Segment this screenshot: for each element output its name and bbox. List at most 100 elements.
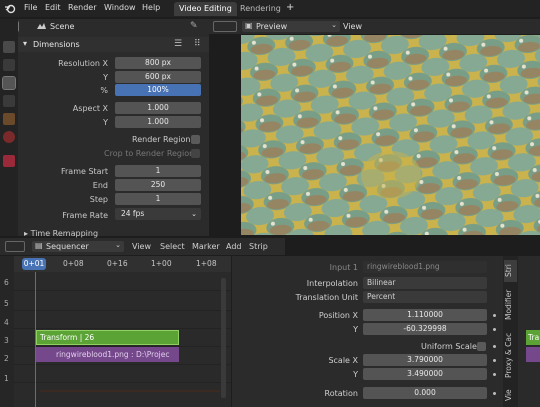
output-tab-icon[interactable]	[2, 76, 16, 90]
vertical-scrollbar[interactable]	[221, 278, 226, 398]
view-layer-tab-icon[interactable]	[3, 95, 15, 107]
input-field[interactable]: ringwireblood1.png	[363, 261, 487, 273]
pin-icon[interactable]: ✎	[190, 21, 198, 31]
translation-unit-dropdown[interactable]: Percent	[363, 291, 487, 303]
menu-render[interactable]: Render	[68, 3, 96, 12]
render-region-checkbox[interactable]	[191, 135, 200, 144]
dimensions-panel-header[interactable]: ▾ Dimensions ☰ ⠿	[18, 37, 209, 52]
menu-file[interactable]: File	[24, 3, 37, 12]
frame-rate-label: Frame Rate	[62, 211, 108, 220]
position-x-field[interactable]: 1.110000	[363, 309, 487, 321]
tab-modifiers[interactable]: Modifier	[504, 286, 517, 324]
image-strip[interactable]: ringwireblood1.png : D:\Projec	[36, 347, 179, 362]
horizontal-scrollbar[interactable]	[40, 390, 220, 392]
position-y-label: Y	[353, 325, 358, 334]
keyframe-dot-icon[interactable]	[493, 373, 496, 376]
keyframe-dot-icon[interactable]	[493, 314, 496, 317]
tab-view[interactable]: Vie	[504, 386, 517, 404]
preview-image[interactable]	[241, 35, 540, 235]
blender-logo-icon[interactable]	[4, 3, 16, 14]
presets-list-icon[interactable]: ☰	[174, 39, 182, 49]
sequencer-icon: ▤	[35, 241, 43, 250]
channel-divider	[14, 290, 231, 291]
interpolation-dropdown[interactable]: Bilinear	[363, 277, 487, 289]
crop-region-checkbox[interactable]	[191, 149, 200, 158]
sidebar-tabs: Stri Modifier Proxy & Cac Vie	[503, 256, 518, 407]
channel-number: 4	[4, 318, 9, 327]
seq-menu-view[interactable]: View	[132, 242, 151, 251]
keyframe-dot-icon[interactable]	[493, 392, 496, 395]
current-frame-indicator[interactable]: 0+01	[22, 258, 46, 270]
aspect-x-field[interactable]: 1.000	[115, 102, 201, 114]
frame-start-field[interactable]: 1	[115, 165, 201, 177]
time-remapping-header[interactable]: ▸ Time Remapping	[24, 229, 98, 238]
preview-render-svg	[241, 35, 540, 235]
scale-x-field[interactable]: 3.790000	[363, 354, 487, 366]
tab-rendering[interactable]: Rendering	[235, 2, 286, 16]
frame-end-label: End	[92, 181, 108, 190]
add-workspace-button[interactable]: +	[286, 2, 294, 13]
collapse-arrow-icon: ▾	[23, 39, 28, 48]
seq-menu-marker[interactable]: Marker	[192, 242, 220, 251]
channel-number: 3	[4, 336, 9, 345]
keyframe-dot-icon[interactable]	[493, 328, 496, 331]
rotation-field[interactable]: 0.000	[363, 387, 487, 399]
chevron-down-icon: ⌄	[115, 241, 121, 249]
render-region-label: Render Region	[132, 135, 191, 144]
transform-strip[interactable]: Transform | 26	[36, 330, 179, 345]
image-strip-edge[interactable]	[526, 347, 540, 362]
menu-edit[interactable]: Edit	[45, 3, 61, 12]
position-x-label: Position X	[318, 311, 358, 320]
frame-rate-dropdown[interactable]: 24 fps ⌄	[115, 208, 201, 220]
render-tab-icon[interactable]	[3, 59, 15, 71]
top-menu-bar: File Edit Render Window Help Video Editi…	[0, 0, 540, 17]
uniform-scale-label: Uniform Scale	[421, 342, 477, 351]
scale-y-field[interactable]: 3.490000	[363, 368, 487, 380]
position-y-field[interactable]: -60.329998	[363, 323, 487, 335]
editor-type-icon[interactable]	[5, 241, 25, 252]
view-type-dropdown[interactable]: ▣ Preview ⌄	[242, 21, 340, 32]
preview-view-menu[interactable]: View	[343, 22, 362, 31]
frame-tick: 1+00	[151, 259, 172, 268]
tab-video-editing[interactable]: Video Editing	[174, 2, 237, 16]
rotation-label: Rotation	[324, 389, 358, 398]
aspect-y-label: Y	[103, 118, 108, 127]
scene-tab-icon[interactable]	[3, 113, 15, 125]
resolution-y-field[interactable]: 600 px	[115, 71, 201, 83]
keyframe-dot-icon[interactable]	[493, 345, 496, 348]
right-timeline-edge: Tra	[518, 256, 540, 407]
frame-end-field[interactable]: 250	[115, 179, 201, 191]
tab-proxy-cache[interactable]: Proxy & Cac	[504, 328, 517, 382]
tab-strip[interactable]: Stri	[504, 260, 517, 282]
sequencer-header: ▤ Sequencer ⌄ View Select Marker Add Str…	[0, 238, 285, 255]
frame-rate-value: 24 fps	[121, 209, 145, 218]
aspect-y-field[interactable]: 1.000	[115, 116, 201, 128]
editor-type-icon[interactable]	[213, 21, 237, 32]
strip-sidebar: Input 1 ringwireblood1.png Interpolation…	[232, 256, 503, 407]
drag-handle-icon[interactable]: ⠿	[194, 39, 201, 49]
blender-window: File Edit Render Window Help Video Editi…	[0, 0, 540, 407]
seq-menu-select[interactable]: Select	[160, 242, 185, 251]
world-tab-icon[interactable]	[3, 131, 15, 143]
tool-tab-icon[interactable]	[3, 41, 15, 53]
sequencer-mode-dropdown[interactable]: ▤ Sequencer ⌄	[32, 241, 124, 252]
frame-step-field[interactable]: 1	[115, 193, 201, 205]
channel-divider	[14, 364, 231, 365]
scene-label: Scene	[50, 22, 75, 31]
channel-number: 1	[4, 374, 9, 383]
seq-menu-strip[interactable]: Strip	[249, 242, 268, 251]
frame-start-label: Frame Start	[60, 167, 108, 176]
resolution-percent-slider[interactable]: 100%	[115, 84, 201, 96]
transform-strip-edge[interactable]: Tra	[526, 330, 540, 345]
uniform-scale-checkbox[interactable]	[477, 342, 486, 351]
menu-window[interactable]: Window	[104, 3, 136, 12]
frame-ruler[interactable]: 0+01 0+08 0+16 1+00 1+08	[14, 256, 231, 272]
keyframe-dot-icon[interactable]	[493, 359, 496, 362]
time-remapping-label: Time Remapping	[30, 229, 99, 238]
chevron-down-icon: ⌄	[191, 210, 197, 218]
seq-menu-add[interactable]: Add	[226, 242, 242, 251]
resolution-x-field[interactable]: 800 px	[115, 57, 201, 69]
texture-tab-icon[interactable]	[3, 155, 15, 167]
menu-help[interactable]: Help	[142, 3, 160, 12]
scale-y-label: Y	[353, 370, 358, 379]
